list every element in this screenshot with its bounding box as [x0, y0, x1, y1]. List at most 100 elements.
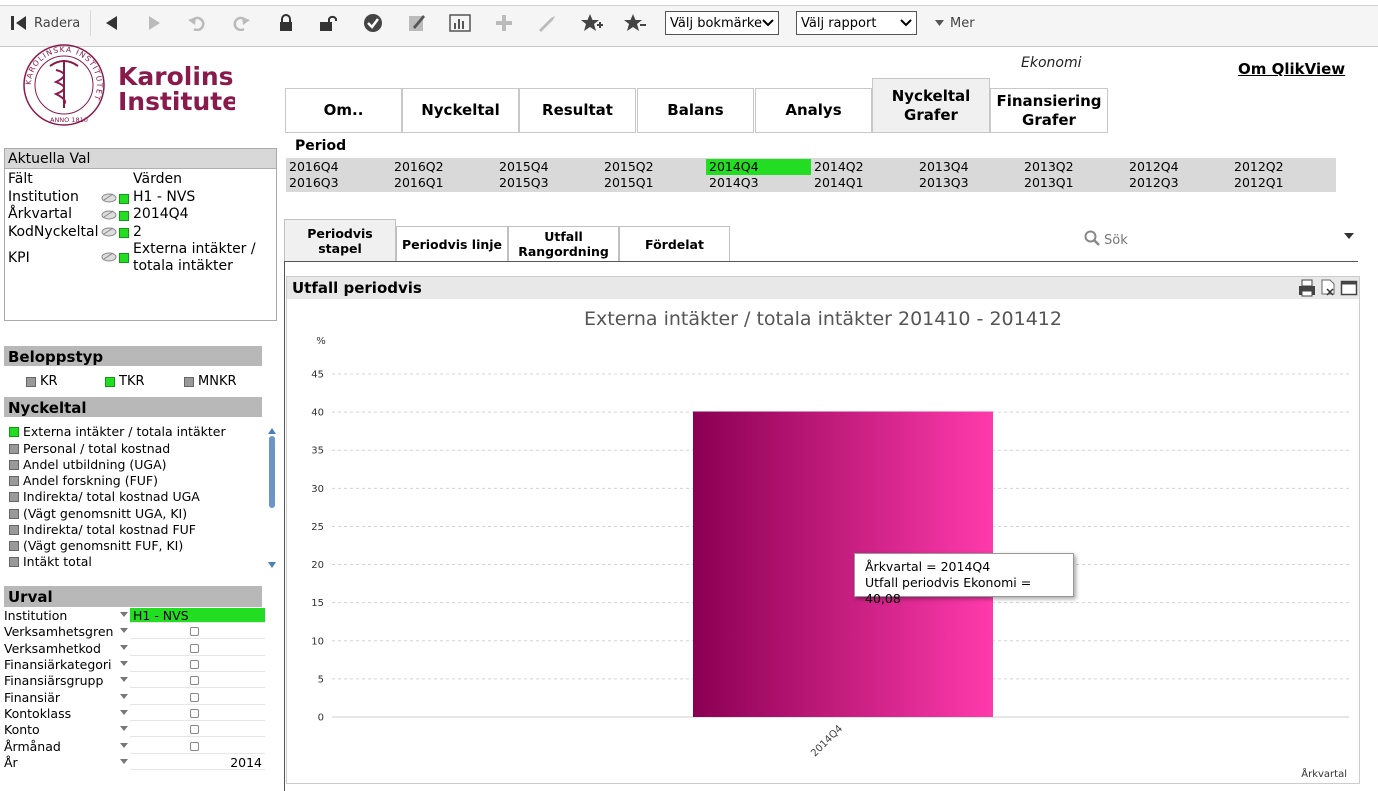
- urval-row-finansiarkategori[interactable]: Finansiärkategori: [4, 657, 265, 673]
- period-cell[interactable]: 2015Q2: [601, 159, 701, 175]
- search-checkbox[interactable]: [190, 693, 199, 702]
- back-button[interactable]: [100, 12, 122, 34]
- list-item[interactable]: Andel utbildning (UGA): [9, 457, 167, 472]
- format-button[interactable]: [536, 12, 558, 34]
- period-cell[interactable]: 2016Q3: [286, 175, 386, 191]
- urval-row-verksamhetsgren[interactable]: Verksamhetsgren: [4, 624, 265, 640]
- period-cell[interactable]: 2015Q3: [496, 175, 596, 191]
- clear-button[interactable]: Radera: [10, 12, 82, 34]
- dropdown-arrow-icon[interactable]: [120, 645, 128, 650]
- dropdown-arrow-icon[interactable]: [120, 726, 128, 731]
- dropdown-arrow-icon[interactable]: [120, 661, 128, 666]
- period-cell[interactable]: 2015Q1: [601, 175, 701, 191]
- tab-finansiering-grafer[interactable]: Finansiering Grafer: [990, 88, 1108, 133]
- clear-selection-icon[interactable]: [1319, 279, 1337, 300]
- period-cell[interactable]: 2013Q1: [1021, 175, 1121, 191]
- period-cell[interactable]: 2014Q4: [706, 159, 811, 175]
- period-cell[interactable]: 2014Q2: [811, 159, 911, 175]
- tab-nyckeltal[interactable]: Nyckeltal: [402, 88, 519, 133]
- tab-utfall-rangordning[interactable]: Utfall Rangordning: [508, 226, 619, 262]
- nyckeltal-scrollbar[interactable]: [267, 424, 277, 568]
- urval-value[interactable]: [130, 690, 265, 705]
- belopp-option-kr[interactable]: KR: [26, 374, 58, 389]
- period-cell[interactable]: 2013Q3: [916, 175, 1016, 191]
- tab-resultat[interactable]: Resultat: [519, 88, 636, 133]
- search-checkbox[interactable]: [190, 676, 199, 685]
- apply-button[interactable]: [362, 12, 384, 34]
- urval-value[interactable]: [130, 739, 265, 754]
- period-cell[interactable]: 2012Q2: [1231, 159, 1331, 175]
- list-item[interactable]: Andel forskning (FUF): [9, 473, 158, 488]
- report-button[interactable]: [448, 12, 472, 34]
- bookmark-select[interactable]: Välj bokmärke: [665, 11, 779, 35]
- urval-value[interactable]: [130, 673, 265, 688]
- period-cell[interactable]: 2016Q2: [391, 159, 491, 175]
- urval-value[interactable]: [130, 641, 265, 656]
- tab-om[interactable]: Om..: [285, 88, 402, 133]
- list-item[interactable]: Intäkt total: [9, 554, 92, 569]
- scroll-down-icon[interactable]: [268, 558, 276, 572]
- more-button[interactable]: Mer: [935, 12, 983, 34]
- urval-row-konto[interactable]: Konto: [4, 722, 265, 738]
- period-cell[interactable]: 2015Q4: [496, 159, 596, 175]
- list-item[interactable]: Indirekta/ total kostnad UGA: [9, 489, 200, 504]
- dropdown-arrow-icon[interactable]: [120, 710, 128, 715]
- urval-value[interactable]: [130, 722, 265, 737]
- search-checkbox[interactable]: [190, 660, 199, 669]
- tab-nyckeltal-grafer[interactable]: Nyckeltal Grafer: [872, 78, 990, 133]
- eraser-icon[interactable]: [101, 208, 117, 224]
- urval-row-institution[interactable]: Institution H1 - NVS: [4, 608, 265, 624]
- search-checkbox[interactable]: [190, 709, 199, 718]
- dropdown-arrow-icon[interactable]: [120, 628, 128, 633]
- urval-value[interactable]: 2014: [130, 755, 265, 770]
- forward-button[interactable]: [144, 12, 166, 34]
- undo-button[interactable]: [186, 12, 208, 34]
- edit-button[interactable]: [406, 12, 428, 34]
- period-cell[interactable]: 2012Q4: [1126, 159, 1226, 175]
- list-item[interactable]: Externa intäkter / totala intäkter: [9, 424, 226, 439]
- list-item[interactable]: Personal / total kostnad: [9, 441, 170, 456]
- redo-button[interactable]: [230, 12, 252, 34]
- urval-row-ar[interactable]: År 2014: [4, 755, 265, 771]
- urval-value[interactable]: [130, 657, 265, 672]
- scrollbar-thumb[interactable]: [269, 436, 275, 508]
- belopp-option-tkr[interactable]: TKR: [105, 374, 145, 389]
- tab-periodvis-linje[interactable]: Periodvis linje: [396, 226, 508, 262]
- dropdown-arrow-icon[interactable]: [120, 612, 128, 617]
- eraser-icon[interactable]: [101, 191, 117, 207]
- search-checkbox[interactable]: [190, 644, 199, 653]
- list-item[interactable]: (Vägt genomsnitt FUF, KI): [9, 538, 183, 553]
- dropdown-arrow-icon[interactable]: [120, 759, 128, 764]
- maximize-icon[interactable]: [1340, 279, 1358, 300]
- tab-fordelat[interactable]: Fördelat: [619, 226, 730, 262]
- search-checkbox[interactable]: [190, 725, 199, 734]
- about-qlikview-link[interactable]: Om QlikView: [1238, 60, 1345, 78]
- dropdown-arrow-icon[interactable]: [120, 677, 128, 682]
- period-cell[interactable]: 2014Q1: [811, 175, 911, 191]
- list-item[interactable]: Indirekta/ total kostnad FUF: [9, 522, 196, 537]
- urval-row-armanad[interactable]: Årmånad: [4, 739, 265, 755]
- add-button[interactable]: [493, 12, 515, 34]
- urval-row-finansiar[interactable]: Finansiär: [4, 690, 265, 706]
- lock-button[interactable]: [275, 12, 297, 34]
- unlock-button[interactable]: [317, 12, 339, 34]
- urval-value[interactable]: H1 - NVS: [130, 608, 265, 623]
- eraser-icon[interactable]: [101, 225, 117, 241]
- urval-row-verksamhetkod[interactable]: Verksamhetkod: [4, 641, 265, 657]
- report-select[interactable]: Välj rapport: [796, 11, 917, 35]
- period-cell[interactable]: 2016Q4: [286, 159, 386, 175]
- period-cell[interactable]: 2014Q3: [706, 175, 806, 191]
- search-box[interactable]: Sök: [1084, 230, 1128, 250]
- period-cell[interactable]: 2012Q3: [1126, 175, 1226, 191]
- period-cell[interactable]: 2012Q1: [1231, 175, 1331, 191]
- period-cell[interactable]: 2013Q4: [916, 159, 1016, 175]
- tab-analys[interactable]: Analys: [755, 88, 872, 133]
- urval-row-kontoklass[interactable]: Kontoklass: [4, 706, 265, 722]
- belopp-option-mnkr[interactable]: MNKR: [184, 374, 237, 389]
- search-checkbox[interactable]: [190, 627, 199, 636]
- list-item[interactable]: (Vägt genomsnitt UGA, KI): [9, 506, 187, 521]
- urval-value[interactable]: [130, 624, 265, 639]
- urval-row-finansiarsgrupp[interactable]: Finansiärsgrupp: [4, 673, 265, 689]
- period-cell[interactable]: 2013Q2: [1021, 159, 1121, 175]
- dropdown-arrow-icon[interactable]: [120, 743, 128, 748]
